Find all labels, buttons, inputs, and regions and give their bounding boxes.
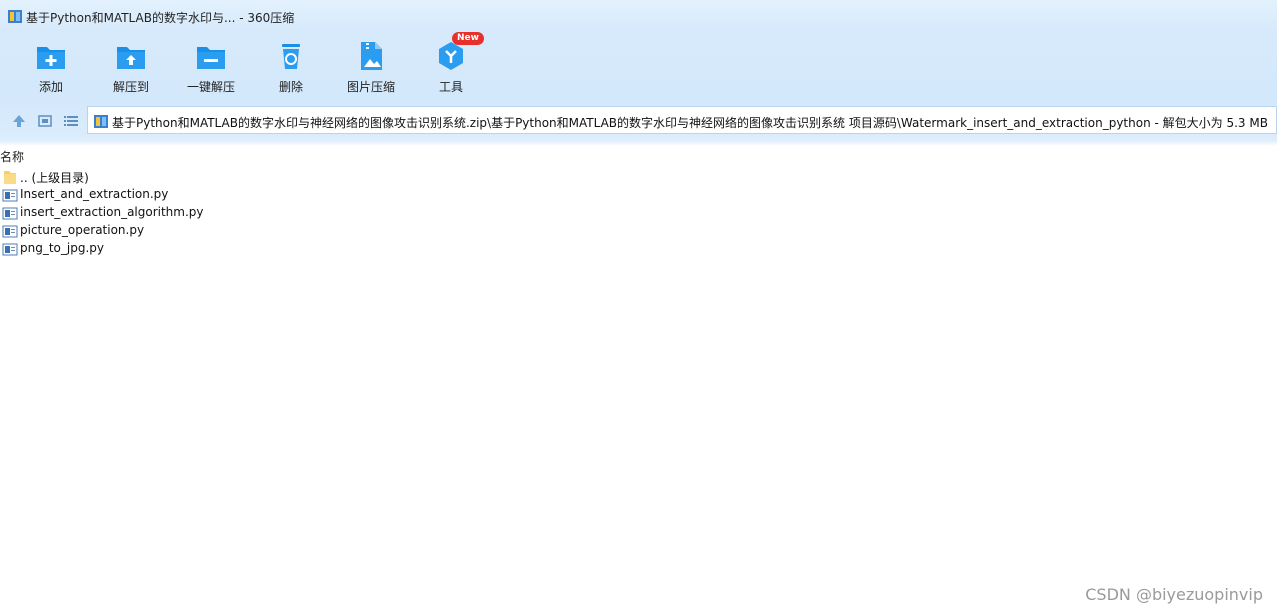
thumbnail-view-icon[interactable] [37, 113, 53, 129]
address-bar[interactable]: 基于Python和MATLAB的数字水印与神经网络的图像攻击识别系统.zip\基… [87, 106, 1277, 134]
name-column-header[interactable]: 名称 [0, 148, 24, 165]
file-name: Insert_and_extraction.py [20, 187, 169, 201]
image-compress-icon [361, 42, 382, 70]
list-item-parent-directory[interactable]: .. (上级目录) [0, 168, 600, 186]
tools-button[interactable]: 工具 [411, 38, 491, 98]
python-file-icon [2, 207, 18, 220]
navigation-row: 基于Python和MATLAB的数字水印与神经网络的图像攻击识别系统.zip\基… [0, 106, 1277, 136]
extract-to-button[interactable]: 解压到 [91, 38, 171, 98]
window-chrome: 基于Python和MATLAB的数字水印与... - 360压缩 添加 解压到 … [0, 0, 1277, 146]
image-compress-button[interactable]: 图片压缩 [331, 38, 411, 98]
extract-to-label: 解压到 [112, 80, 149, 94]
python-file-icon [2, 225, 18, 238]
file-name: picture_operation.py [20, 223, 145, 237]
list-item[interactable]: png_to_jpg.py [0, 240, 600, 258]
file-name: insert_extraction_algorithm.py [20, 205, 204, 219]
address-path: 基于Python和MATLAB的数字水印与神经网络的图像攻击识别系统.zip\基… [112, 116, 1268, 130]
file-list: .. (上级目录) Insert_and_extraction.py inser… [0, 168, 600, 258]
one-click-extract-icon [197, 47, 225, 69]
add-button[interactable]: 添加 [11, 38, 91, 98]
python-file-icon [2, 243, 18, 256]
one-click-extract-label: 一键解压 [186, 80, 235, 94]
app-icon [8, 10, 22, 23]
one-click-extract-button[interactable]: 一键解压 [171, 38, 251, 98]
file-name: png_to_jpg.py [20, 241, 104, 255]
delete-icon [282, 44, 300, 69]
up-level-icon[interactable] [11, 113, 27, 129]
extract-to-icon [117, 47, 145, 69]
zip-archive-icon [94, 115, 108, 128]
image-compress-label: 图片压缩 [346, 80, 395, 94]
python-file-icon [2, 189, 18, 202]
new-badge: New [452, 32, 484, 45]
delete-label: 删除 [278, 80, 303, 94]
list-item[interactable]: insert_extraction_algorithm.py [0, 204, 600, 222]
add-icon [37, 47, 65, 69]
delete-button[interactable]: 删除 [251, 38, 331, 98]
list-view-icon[interactable] [63, 113, 79, 129]
window-title: 基于Python和MATLAB的数字水印与... - 360压缩 [26, 11, 295, 25]
add-label: 添加 [38, 80, 63, 94]
title-bar: 基于Python和MATLAB的数字水印与... - 360压缩 [0, 0, 1277, 32]
watermark-text: CSDN @biyezuopinvip [1085, 585, 1263, 604]
list-item[interactable]: Insert_and_extraction.py [0, 186, 600, 204]
file-name: .. (上级目录) [20, 171, 89, 185]
tools-label: 工具 [438, 80, 463, 94]
list-item[interactable]: picture_operation.py [0, 222, 600, 240]
folder-icon [4, 171, 16, 184]
